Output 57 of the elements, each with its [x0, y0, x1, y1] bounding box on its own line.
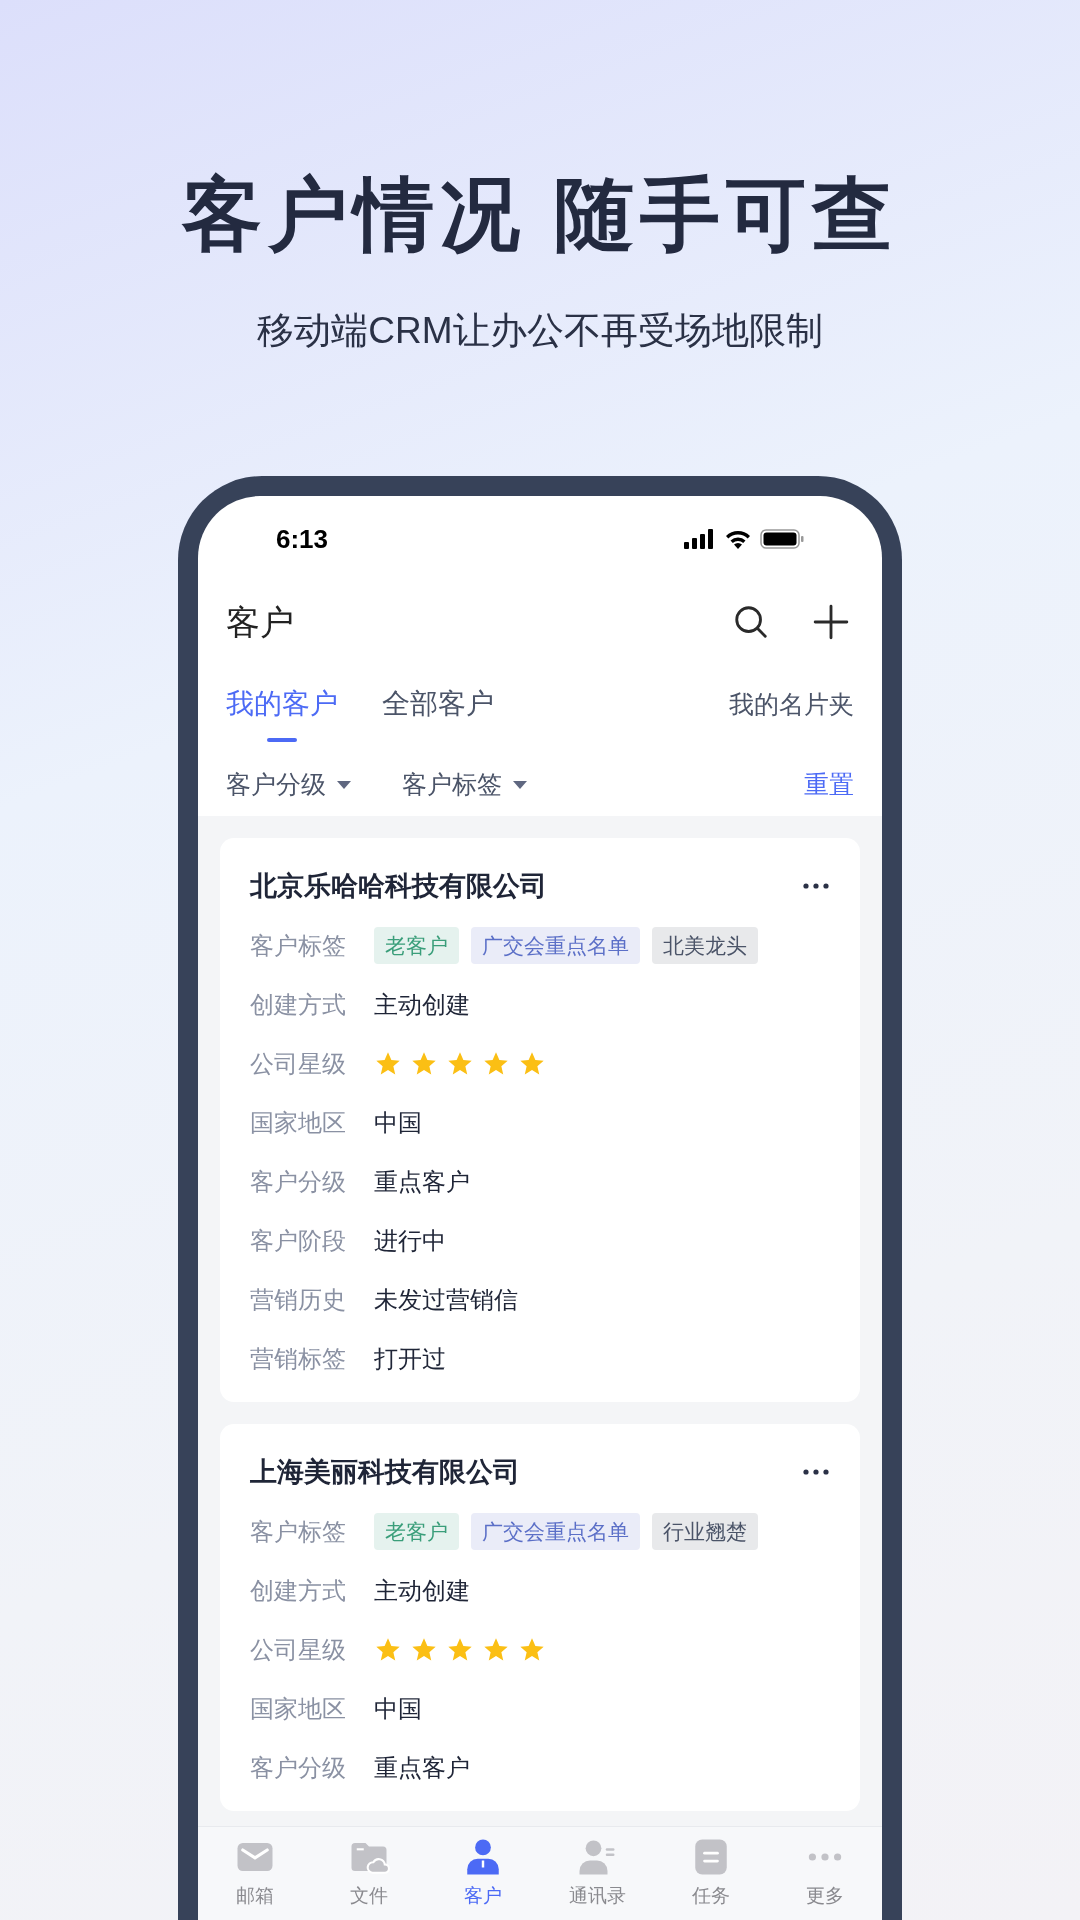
- customer-tag: 行业翘楚: [652, 1513, 758, 1550]
- field-label: 客户标签: [250, 930, 347, 961]
- page-title: 客户: [226, 601, 294, 643]
- customer-tag: 广交会重点名单: [471, 1513, 640, 1550]
- add-icon[interactable]: [812, 603, 850, 641]
- signal-icon: [684, 529, 716, 549]
- tab[interactable]: 全部客户: [382, 684, 494, 742]
- status-time: 6:13: [276, 522, 329, 556]
- field-value: 重点客户: [374, 1752, 470, 1783]
- wifi-icon: [724, 529, 752, 549]
- field-label: 客户分级: [250, 1752, 347, 1783]
- field-label: 创建方式: [250, 989, 347, 1020]
- nav-item[interactable]: 更多: [775, 1836, 875, 1911]
- nav-item[interactable]: 邮箱: [205, 1836, 305, 1911]
- field-label: 国家地区: [250, 1107, 347, 1138]
- company-name: 上海美丽科技有限公司: [250, 1455, 520, 1489]
- subtitle: 移动端CRM让办公不再受场地限制: [257, 312, 823, 349]
- field-value: 主动创建: [374, 989, 470, 1020]
- field-label: 客户分级: [250, 1166, 347, 1197]
- more-icon: [807, 1853, 843, 1862]
- field-label: 营销标签: [250, 1343, 347, 1374]
- more-icon[interactable]: [802, 882, 830, 890]
- field-label: 营销历史: [250, 1284, 347, 1315]
- field-label: 公司星级: [250, 1634, 347, 1665]
- field-label: 创建方式: [250, 1575, 347, 1606]
- nav-item[interactable]: 通讯录: [547, 1836, 647, 1911]
- tab[interactable]: 我的客户: [226, 684, 338, 742]
- field-label: 公司星级: [250, 1048, 347, 1079]
- field-label: 国家地区: [250, 1693, 347, 1724]
- customer-tag: 北美龙头: [652, 927, 758, 964]
- field-label: 客户阶段: [250, 1225, 347, 1256]
- customer-card[interactable]: 上海美丽科技有限公司 客户标签 老客户 广交会重点名单 行业翘楚 创建方式 主动创建 公司星级 国家地区 中国 客户分级 重点客户: [220, 1424, 860, 1811]
- field-value: 主动创建: [374, 1575, 470, 1606]
- customer-tag: 广交会重点名单: [471, 927, 640, 964]
- company-name: 北京乐哈哈科技有限公司: [250, 869, 547, 903]
- filter-dropdown[interactable]: 客户分级: [226, 766, 352, 804]
- field-value: 重点客户: [374, 1166, 470, 1197]
- customer-tag: 老客户: [374, 1513, 459, 1550]
- search-icon[interactable]: [732, 603, 770, 641]
- nav-item[interactable]: 文件: [319, 1836, 419, 1911]
- field-value: 进行中: [374, 1225, 446, 1256]
- nav-item[interactable]: 客户: [433, 1836, 533, 1911]
- field-value: 打开过: [374, 1343, 446, 1374]
- card-holder-link[interactable]: 我的名片夹: [729, 684, 854, 724]
- field-label: 客户标签: [250, 1516, 347, 1547]
- battery-icon: [760, 529, 804, 549]
- caret-icon: [336, 780, 352, 790]
- customer-card[interactable]: 北京乐哈哈科技有限公司 客户标签 老客户 广交会重点名单 北美龙头 创建方式 主动创建 公司星级 国家地区 中国 客户分级 重点客户 客户阶段 进行中 营销历史 未发过营销信 营销标签 打开过: [220, 838, 860, 1402]
- customer-tag: 老客户: [374, 927, 459, 964]
- field-value: 中国: [374, 1107, 422, 1138]
- reset-button[interactable]: 重置: [804, 766, 854, 804]
- field-value: 中国: [374, 1693, 422, 1724]
- more-icon[interactable]: [802, 1468, 830, 1476]
- nav-item[interactable]: 任务: [661, 1836, 761, 1911]
- field-value: 未发过营销信: [374, 1284, 518, 1315]
- filter-dropdown[interactable]: 客户标签: [402, 766, 528, 804]
- caret-icon: [512, 780, 528, 790]
